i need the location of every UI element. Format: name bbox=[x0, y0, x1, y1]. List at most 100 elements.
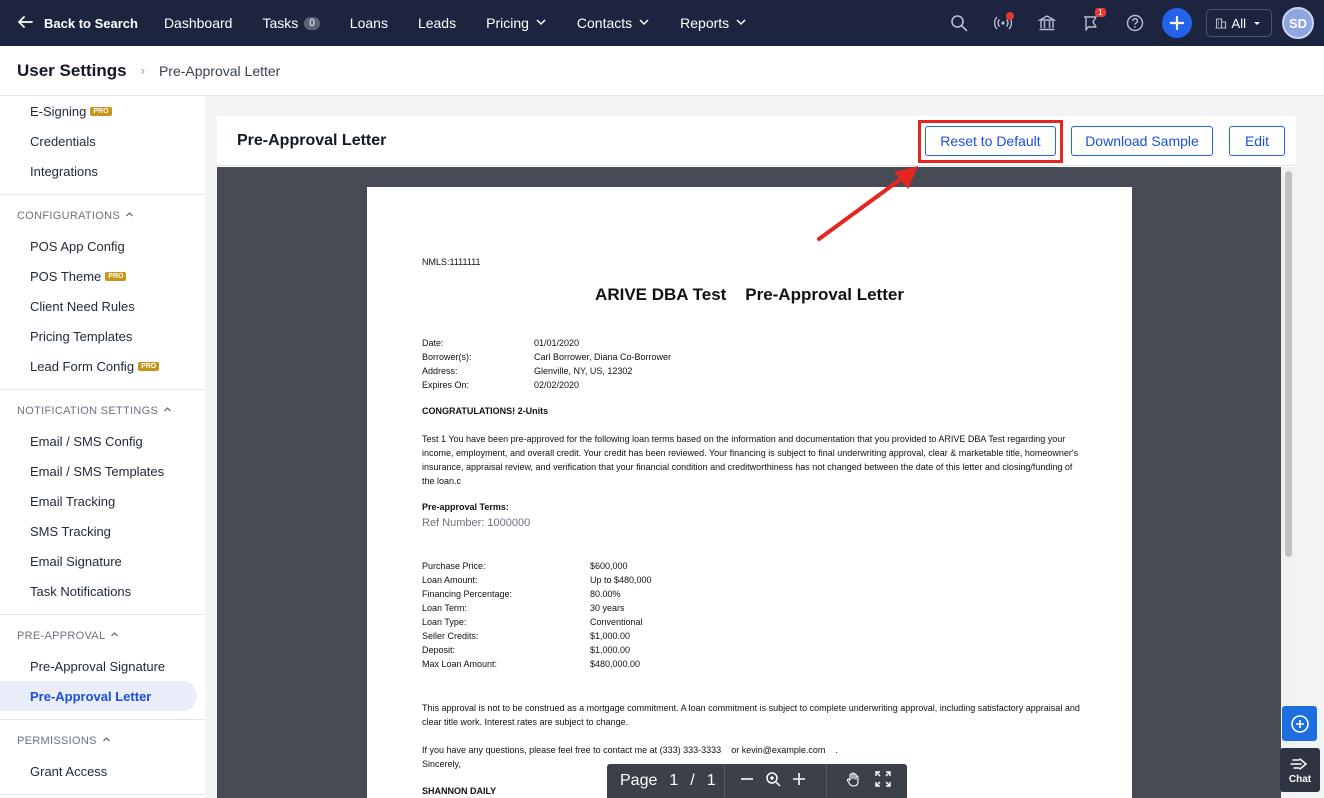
back-label: Back to Search bbox=[44, 15, 138, 31]
nav-item-reports[interactable]: Reports bbox=[680, 15, 747, 31]
bank-icon[interactable] bbox=[1036, 12, 1058, 34]
scrollbar-thumb[interactable] bbox=[1285, 171, 1292, 557]
sidebar-item-sms-tracking[interactable]: SMS Tracking bbox=[0, 516, 205, 546]
term-row: Loan Term: 30 years bbox=[422, 603, 625, 613]
term-value: $1,000.00 bbox=[590, 631, 631, 641]
sidebar-item-label: Email / SMS Config bbox=[30, 433, 143, 449]
nav-item-dashboard[interactable]: Dashboard bbox=[164, 15, 233, 31]
plus-icon bbox=[1169, 16, 1184, 30]
term-row: Seller Credits: $1,000.00 bbox=[422, 631, 630, 641]
sidebar-item-pre-approval-signature[interactable]: Pre-Approval Signature bbox=[0, 651, 205, 681]
chevron-down-icon bbox=[735, 15, 747, 31]
edit-button[interactable]: Edit bbox=[1229, 126, 1285, 156]
sidebar-item-label: Pricing Templates bbox=[30, 328, 133, 344]
page-indicator: Page 1 / 1 bbox=[607, 764, 725, 798]
sidebar-section-configurations[interactable]: CONFIGURATIONS bbox=[0, 201, 205, 231]
chat-button[interactable]: Chat bbox=[1280, 748, 1320, 792]
sidebar-item-lead-form-config[interactable]: Lead Form Config PRO bbox=[0, 351, 205, 381]
nav-item-leads[interactable]: Leads bbox=[418, 15, 456, 31]
sidebar-item-label: Lead Form Config bbox=[30, 358, 135, 374]
pdf-toolbar: Page 1 / 1 bbox=[607, 764, 907, 798]
sidebar-item-label: Integrations bbox=[30, 163, 98, 179]
sidebar-item-label: Client Need Rules bbox=[30, 298, 135, 314]
sidebar-item-email-sms-config[interactable]: Email / SMS Config bbox=[0, 426, 205, 456]
sidebar-item-email-sms-templates[interactable]: Email / SMS Templates bbox=[0, 456, 205, 486]
sidebar-section-notification-settings[interactable]: NOTIFICATION SETTINGS bbox=[0, 396, 205, 426]
nav-item-label: Dashboard bbox=[163, 15, 233, 31]
term-row: Max Loan Amount: $480,000.00 bbox=[422, 659, 640, 669]
sidebar-item-pos-theme[interactable]: POS Theme PRO bbox=[0, 261, 205, 291]
broadcast-icon[interactable] bbox=[992, 12, 1014, 34]
intro-paragraph: Test 1 You have been pre-approved for th… bbox=[422, 434, 1079, 486]
building-icon bbox=[1215, 18, 1227, 29]
floating-add-button[interactable] bbox=[1282, 706, 1317, 741]
term-key: Seller Credits: bbox=[422, 631, 479, 641]
term-row: Financing Percentage: 80.00% bbox=[422, 589, 621, 599]
info-key: Borrower(s): bbox=[422, 352, 472, 362]
sidebar-section-permissions[interactable]: PERMISSIONS bbox=[0, 726, 205, 756]
nav-item-label: Leads bbox=[417, 15, 457, 31]
sidebar-item-label: Pre-Approval Letter bbox=[30, 688, 152, 704]
chevron-right-icon: › bbox=[140, 63, 145, 78]
zoom-out-icon[interactable] bbox=[739, 771, 755, 792]
info-row: Expires On: 02/02/2020 bbox=[422, 380, 579, 390]
zoom-controls bbox=[725, 764, 827, 798]
ref-number: Ref Number: 1000000 bbox=[422, 517, 531, 529]
sidebar-divider bbox=[0, 389, 205, 390]
nav-item-tasks[interactable]: Tasks 0 bbox=[262, 15, 320, 31]
sidebar-divider bbox=[0, 719, 205, 720]
back-to-search-link[interactable]: Back to Search bbox=[16, 13, 138, 34]
term-value: 80.00% bbox=[590, 589, 621, 599]
info-key: Address: bbox=[422, 366, 458, 376]
sidebar-item-label: Grant Access bbox=[30, 763, 108, 779]
section-title: CONFIGURATIONS bbox=[17, 210, 120, 222]
sidebar-item-e-signing[interactable]: E-Signing PRO bbox=[0, 96, 205, 126]
contact-line: If you have any questions, please feel f… bbox=[422, 745, 838, 755]
nav-item-label: Loans bbox=[349, 15, 388, 31]
help-icon[interactable] bbox=[1124, 12, 1146, 34]
sidebar-item-integrations[interactable]: Integrations bbox=[0, 156, 205, 186]
nav-item-contacts[interactable]: Contacts bbox=[577, 15, 650, 31]
pdf-viewer[interactable]: NMLS:1111111 ARIVE DBA Test Pre-Approval… bbox=[217, 167, 1281, 798]
sidebar-section-pre-approval[interactable]: PRE-APPROVAL bbox=[0, 621, 205, 651]
chevron-up-icon bbox=[120, 210, 134, 222]
term-value: Conventional bbox=[590, 617, 643, 627]
breadcrumb-root[interactable]: User Settings bbox=[17, 61, 127, 81]
page-separator: / bbox=[690, 772, 695, 789]
term-key: Loan Term: bbox=[422, 603, 467, 613]
nav-item-pricing[interactable]: Pricing bbox=[486, 15, 547, 31]
sidebar-item-grant-access[interactable]: Grant Access bbox=[0, 756, 205, 786]
terms-heading: Pre-approval Terms: bbox=[422, 502, 509, 512]
sidebar-item-email-signature[interactable]: Email Signature bbox=[0, 546, 205, 576]
nav-item-loans[interactable]: Loans bbox=[350, 15, 388, 31]
user-avatar[interactable]: SD bbox=[1282, 7, 1314, 39]
sidebar-item-pricing-templates[interactable]: Pricing Templates bbox=[0, 321, 205, 351]
chevron-up-icon bbox=[158, 405, 172, 417]
sidebar-item-pre-approval-letter[interactable]: Pre-Approval Letter bbox=[0, 681, 197, 711]
zoom-icon[interactable] bbox=[765, 771, 781, 792]
viewer-scrollbar[interactable] bbox=[1281, 167, 1296, 798]
fullscreen-icon[interactable] bbox=[875, 770, 891, 792]
pan-hand-icon[interactable] bbox=[845, 771, 861, 792]
sidebar-item-label: Credentials bbox=[30, 133, 96, 149]
sidebar-item-label: SMS Tracking bbox=[30, 523, 111, 539]
sidebar-item-task-notifications[interactable]: Task Notifications bbox=[0, 576, 205, 606]
sidebar-item-client-need-rules[interactable]: Client Need Rules bbox=[0, 291, 205, 321]
term-key: Loan Type: bbox=[422, 617, 467, 627]
term-key: Loan Amount: bbox=[422, 575, 478, 585]
zoom-in-icon[interactable] bbox=[791, 771, 807, 792]
term-key: Financing Percentage: bbox=[422, 589, 513, 599]
term-value: $1,000.00 bbox=[590, 645, 631, 655]
arrow-left-icon bbox=[16, 13, 34, 34]
announcement-icon[interactable]: 1 bbox=[1080, 8, 1106, 34]
search-icon[interactable] bbox=[948, 12, 970, 34]
create-new-button[interactable] bbox=[1161, 8, 1192, 38]
top-nav: Back to Search Dashboard Tasks 0 Loans Leads… bbox=[0, 0, 1324, 46]
sidebar-item-pos-app-config[interactable]: POS App Config bbox=[0, 231, 205, 261]
term-key: Purchase Price: bbox=[422, 561, 486, 571]
sidebar-item-email-tracking[interactable]: Email Tracking bbox=[0, 486, 205, 516]
download-sample-button[interactable]: Download Sample bbox=[1071, 126, 1213, 156]
current-page[interactable]: 1 bbox=[669, 772, 678, 790]
scope-selector[interactable]: All bbox=[1205, 9, 1272, 37]
sidebar-item-credentials[interactable]: Credentials bbox=[0, 126, 205, 156]
